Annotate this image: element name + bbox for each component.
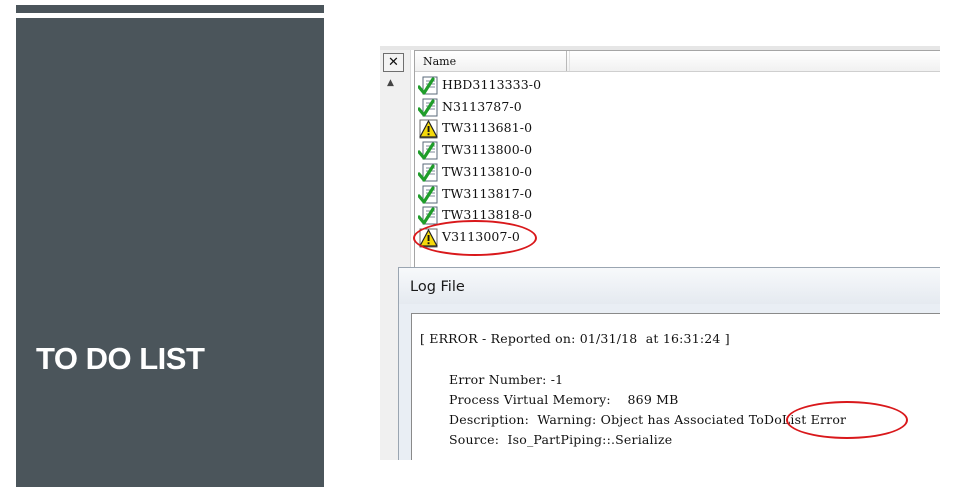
log-file-window: Log File [ ERROR - Reported on: 01/31/18… xyxy=(398,267,940,460)
list-item[interactable]: V3113007-0 xyxy=(413,219,940,256)
list-item[interactable]: TW3113800-0 xyxy=(415,140,940,161)
list-item[interactable]: HBD3113333-0 xyxy=(415,75,940,96)
list-item-label: N3113787-0 xyxy=(442,98,522,114)
log-error-number: Error Number: -1 xyxy=(449,372,564,387)
list-item[interactable]: TW3113681-0 xyxy=(415,118,940,139)
slide-title: TO DO LIST xyxy=(36,341,205,376)
list-item-label: TW3113681-0 xyxy=(442,120,533,136)
list-item-label: TW3113800-0 xyxy=(442,142,533,158)
highlight-oval-todolist-error xyxy=(786,401,908,439)
screenshot-window: ✕ ▲ Name HBD3113333-0 N3113787-0 TW3113681… xyxy=(380,46,940,460)
column-divider[interactable] xyxy=(569,51,570,71)
close-button[interactable]: ✕ xyxy=(383,53,404,72)
log-description-prefix: Description: Warning: Object has Associa… xyxy=(449,412,749,427)
log-memory: Process Virtual Memory: 869 MB xyxy=(449,392,679,407)
warning-icon xyxy=(418,118,440,140)
scroll-up-icon[interactable]: ▲ xyxy=(387,78,394,88)
checkmark-doc-icon xyxy=(417,75,440,97)
highlight-oval-v3113007-0 xyxy=(413,219,537,256)
list-item-label: TW3113810-0 xyxy=(442,163,533,179)
log-title: Log File xyxy=(410,279,465,295)
log-source: Source: Iso_PartPiping::.Serialize xyxy=(449,432,673,447)
list-column-header: Name xyxy=(415,51,940,72)
title-panel: TO DO LIST xyxy=(16,18,324,487)
list-item[interactable]: N3113787-0 xyxy=(415,97,940,118)
checkmark-doc-icon xyxy=(417,97,440,119)
log-titlebar[interactable]: Log File xyxy=(399,268,940,304)
checkmark-doc-icon xyxy=(417,184,440,206)
top-accent-bar xyxy=(16,5,324,13)
checkmark-doc-icon xyxy=(417,140,440,162)
list-item[interactable]: TW3113810-0 xyxy=(415,162,940,183)
checkmark-doc-icon xyxy=(417,162,440,184)
file-list-panel: Name HBD3113333-0 N3113787-0 TW3113681-0 TW… xyxy=(413,50,940,276)
list-item-label: TW3113817-0 xyxy=(442,185,533,201)
log-header-line: [ ERROR - Reported on: 01/31/18 at 16:31… xyxy=(420,331,730,346)
column-name-header[interactable]: Name xyxy=(415,51,567,71)
list-item[interactable]: TW3113817-0 xyxy=(415,184,940,205)
log-text-area[interactable]: [ ERROR - Reported on: 01/31/18 at 16:31… xyxy=(411,313,940,460)
list-item-label: HBD3113333-0 xyxy=(442,77,542,92)
